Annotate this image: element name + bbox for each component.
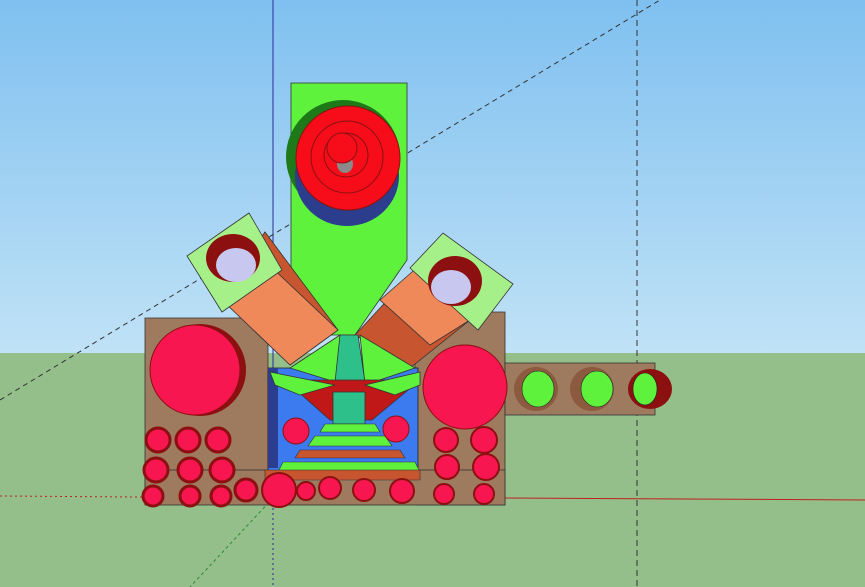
ball[interactable] bbox=[433, 427, 459, 453]
ball[interactable] bbox=[176, 456, 204, 484]
left-block-port-inner bbox=[216, 248, 256, 282]
ball[interactable] bbox=[352, 478, 376, 502]
ball[interactable] bbox=[389, 478, 415, 504]
cavity-ball-left bbox=[282, 417, 310, 445]
modeling-viewport[interactable] bbox=[0, 0, 865, 587]
ball[interactable] bbox=[208, 456, 236, 484]
right-arm[interactable] bbox=[504, 362, 672, 416]
ball[interactable] bbox=[142, 456, 170, 484]
ball[interactable] bbox=[174, 426, 202, 454]
funnel-step-1 bbox=[319, 423, 381, 433]
ball[interactable] bbox=[470, 426, 498, 454]
ball[interactable] bbox=[472, 453, 500, 481]
cavity-ball-right bbox=[382, 415, 410, 443]
ball[interactable] bbox=[434, 454, 460, 480]
sphere-left[interactable] bbox=[149, 324, 241, 416]
ball[interactable] bbox=[141, 484, 165, 508]
ball[interactable] bbox=[433, 483, 455, 505]
arm-port-3 bbox=[632, 372, 658, 406]
ball[interactable] bbox=[209, 484, 233, 508]
ball[interactable] bbox=[204, 426, 232, 454]
ball[interactable] bbox=[473, 483, 495, 505]
tower-disc-top bbox=[326, 132, 358, 164]
ball[interactable] bbox=[233, 477, 259, 503]
ball[interactable] bbox=[261, 472, 297, 508]
ball[interactable] bbox=[296, 481, 316, 501]
ball[interactable] bbox=[144, 426, 172, 454]
funnel-step-2 bbox=[307, 435, 393, 447]
ball[interactable] bbox=[178, 484, 202, 508]
right-block-port-inner bbox=[431, 270, 471, 304]
funnel-step-3 bbox=[294, 449, 406, 459]
arm-port-1 bbox=[521, 370, 555, 408]
arm-port-2 bbox=[580, 370, 614, 408]
funnel-stem bbox=[332, 391, 366, 425]
ball[interactable] bbox=[318, 476, 342, 500]
sphere-right[interactable] bbox=[422, 344, 508, 430]
